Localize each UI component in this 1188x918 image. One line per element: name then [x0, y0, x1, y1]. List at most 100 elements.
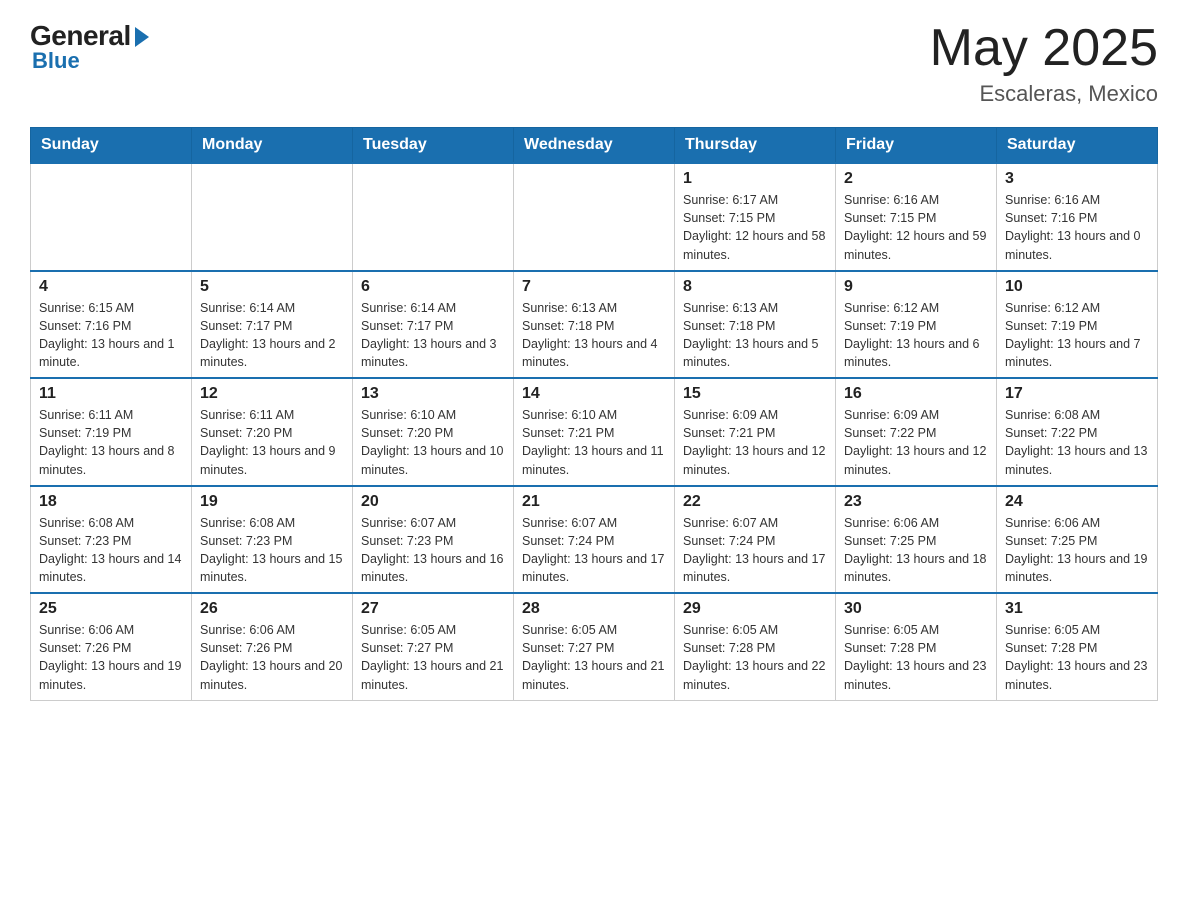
- month-year-title: May 2025: [930, 20, 1158, 77]
- day-number: 14: [522, 385, 666, 403]
- day-cell: 14 Sunrise: 6:10 AMSunset: 7:21 PMDayligh…: [514, 378, 675, 486]
- day-info: Sunrise: 6:13 AMSunset: 7:18 PMDaylight:…: [522, 299, 666, 372]
- calendar-header: Sunday Monday Tuesday Wednesday Thursday…: [31, 128, 1158, 164]
- day-number: 30: [844, 600, 988, 618]
- day-cell: 5 Sunrise: 6:14 AMSunset: 7:17 PMDaylight…: [192, 271, 353, 379]
- day-cell: 24Sunrise: 6:06 AMSunset: 7:25 PMDayligh…: [997, 486, 1158, 594]
- day-cell: 28 Sunrise: 6:05 AMSunset: 7:27 PMDayligh…: [514, 593, 675, 700]
- day-number: 15: [683, 385, 827, 403]
- day-cell: 8 Sunrise: 6:13 AMSunset: 7:18 PMDaylight…: [675, 271, 836, 379]
- day-number: 9: [844, 278, 988, 296]
- day-number: 3: [1005, 170, 1149, 188]
- calendar-body: 1Sunrise: 6:17 AMSunset: 7:15 PMDaylight…: [31, 163, 1158, 700]
- day-cell: [192, 163, 353, 271]
- day-cell: 20 Sunrise: 6:07 AMSunset: 7:23 PMDayligh…: [353, 486, 514, 594]
- day-cell: 7 Sunrise: 6:13 AMSunset: 7:18 PMDaylight…: [514, 271, 675, 379]
- day-info: Sunrise: 6:14 AMSunset: 7:17 PMDaylight:…: [200, 299, 344, 372]
- col-wednesday: Wednesday: [514, 128, 675, 164]
- day-number: 11: [39, 385, 183, 403]
- day-cell: [514, 163, 675, 271]
- day-info: Sunrise: 6:06 AMSunset: 7:26 PMDaylight:…: [200, 621, 344, 694]
- day-info: Sunrise: 6:08 AMSunset: 7:23 PMDaylight:…: [39, 514, 183, 587]
- col-thursday: Thursday: [675, 128, 836, 164]
- day-number: 27: [361, 600, 505, 618]
- day-number: 26: [200, 600, 344, 618]
- day-info: Sunrise: 6:17 AMSunset: 7:15 PMDaylight:…: [683, 191, 827, 264]
- day-info: Sunrise: 6:09 AMSunset: 7:21 PMDaylight:…: [683, 406, 827, 479]
- day-number: 31: [1005, 600, 1149, 618]
- day-cell: 26 Sunrise: 6:06 AMSunset: 7:26 PMDayligh…: [192, 593, 353, 700]
- day-number: 4: [39, 278, 183, 296]
- day-info: Sunrise: 6:16 AMSunset: 7:15 PMDaylight:…: [844, 191, 988, 264]
- day-number: 16: [844, 385, 988, 403]
- day-number: 20: [361, 493, 505, 511]
- day-cell: 9 Sunrise: 6:12 AMSunset: 7:19 PMDaylight…: [836, 271, 997, 379]
- day-number: 28: [522, 600, 666, 618]
- day-info: Sunrise: 6:05 AMSunset: 7:27 PMDaylight:…: [522, 621, 666, 694]
- day-number: 2: [844, 170, 988, 188]
- col-friday: Friday: [836, 128, 997, 164]
- day-info: Sunrise: 6:05 AMSunset: 7:27 PMDaylight:…: [361, 621, 505, 694]
- location-subtitle: Escaleras, Mexico: [930, 81, 1158, 107]
- day-number: 21: [522, 493, 666, 511]
- day-info: Sunrise: 6:07 AMSunset: 7:23 PMDaylight:…: [361, 514, 505, 587]
- week-row-1: 1Sunrise: 6:17 AMSunset: 7:15 PMDaylight…: [31, 163, 1158, 271]
- day-cell: 16Sunrise: 6:09 AMSunset: 7:22 PMDayligh…: [836, 378, 997, 486]
- logo-arrow-icon: [135, 27, 149, 47]
- logo: General Blue: [30, 20, 149, 74]
- day-cell: 23 Sunrise: 6:06 AMSunset: 7:25 PMDayligh…: [836, 486, 997, 594]
- day-cell: [353, 163, 514, 271]
- day-cell: 31 Sunrise: 6:05 AMSunset: 7:28 PMDayligh…: [997, 593, 1158, 700]
- day-info: Sunrise: 6:05 AMSunset: 7:28 PMDaylight:…: [844, 621, 988, 694]
- day-number: 17: [1005, 385, 1149, 403]
- day-cell: 1Sunrise: 6:17 AMSunset: 7:15 PMDaylight…: [675, 163, 836, 271]
- day-cell: 18Sunrise: 6:08 AMSunset: 7:23 PMDayligh…: [31, 486, 192, 594]
- day-info: Sunrise: 6:06 AMSunset: 7:25 PMDaylight:…: [844, 514, 988, 587]
- day-cell: 6 Sunrise: 6:14 AMSunset: 7:17 PMDaylight…: [353, 271, 514, 379]
- week-row-2: 4Sunrise: 6:15 AMSunset: 7:16 PMDaylight…: [31, 271, 1158, 379]
- day-number: 6: [361, 278, 505, 296]
- day-info: Sunrise: 6:11 AMSunset: 7:19 PMDaylight:…: [39, 406, 183, 479]
- day-cell: 22 Sunrise: 6:07 AMSunset: 7:24 PMDayligh…: [675, 486, 836, 594]
- calendar-table: Sunday Monday Tuesday Wednesday Thursday…: [30, 127, 1158, 701]
- week-row-3: 11 Sunrise: 6:11 AMSunset: 7:19 PMDayligh…: [31, 378, 1158, 486]
- day-info: Sunrise: 6:06 AMSunset: 7:26 PMDaylight:…: [39, 621, 183, 694]
- day-info: Sunrise: 6:06 AMSunset: 7:25 PMDaylight:…: [1005, 514, 1149, 587]
- day-info: Sunrise: 6:08 AMSunset: 7:23 PMDaylight:…: [200, 514, 344, 587]
- day-info: Sunrise: 6:05 AMSunset: 7:28 PMDaylight:…: [683, 621, 827, 694]
- day-cell: 30 Sunrise: 6:05 AMSunset: 7:28 PMDayligh…: [836, 593, 997, 700]
- day-info: Sunrise: 6:12 AMSunset: 7:19 PMDaylight:…: [844, 299, 988, 372]
- day-cell: 10 Sunrise: 6:12 AMSunset: 7:19 PMDayligh…: [997, 271, 1158, 379]
- day-info: Sunrise: 6:10 AMSunset: 7:21 PMDaylight:…: [522, 406, 666, 479]
- day-cell: 2 Sunrise: 6:16 AMSunset: 7:15 PMDaylight…: [836, 163, 997, 271]
- day-cell: 17Sunrise: 6:08 AMSunset: 7:22 PMDayligh…: [997, 378, 1158, 486]
- day-info: Sunrise: 6:13 AMSunset: 7:18 PMDaylight:…: [683, 299, 827, 372]
- week-row-5: 25 Sunrise: 6:06 AMSunset: 7:26 PMDayligh…: [31, 593, 1158, 700]
- day-info: Sunrise: 6:16 AMSunset: 7:16 PMDaylight:…: [1005, 191, 1149, 264]
- day-info: Sunrise: 6:05 AMSunset: 7:28 PMDaylight:…: [1005, 621, 1149, 694]
- day-number: 10: [1005, 278, 1149, 296]
- day-cell: 19 Sunrise: 6:08 AMSunset: 7:23 PMDayligh…: [192, 486, 353, 594]
- title-block: May 2025 Escaleras, Mexico: [930, 20, 1158, 107]
- day-number: 23: [844, 493, 988, 511]
- day-cell: 13Sunrise: 6:10 AMSunset: 7:20 PMDayligh…: [353, 378, 514, 486]
- day-number: 29: [683, 600, 827, 618]
- day-number: 7: [522, 278, 666, 296]
- day-info: Sunrise: 6:07 AMSunset: 7:24 PMDaylight:…: [683, 514, 827, 587]
- day-info: Sunrise: 6:12 AMSunset: 7:19 PMDaylight:…: [1005, 299, 1149, 372]
- day-cell: [31, 163, 192, 271]
- day-number: 22: [683, 493, 827, 511]
- day-info: Sunrise: 6:10 AMSunset: 7:20 PMDaylight:…: [361, 406, 505, 479]
- page-header: General Blue May 2025 Escaleras, Mexico: [30, 20, 1158, 107]
- day-cell: 27 Sunrise: 6:05 AMSunset: 7:27 PMDayligh…: [353, 593, 514, 700]
- day-info: Sunrise: 6:07 AMSunset: 7:24 PMDaylight:…: [522, 514, 666, 587]
- day-number: 8: [683, 278, 827, 296]
- day-number: 5: [200, 278, 344, 296]
- day-number: 25: [39, 600, 183, 618]
- header-row: Sunday Monday Tuesday Wednesday Thursday…: [31, 128, 1158, 164]
- day-number: 12: [200, 385, 344, 403]
- day-number: 19: [200, 493, 344, 511]
- day-info: Sunrise: 6:14 AMSunset: 7:17 PMDaylight:…: [361, 299, 505, 372]
- col-saturday: Saturday: [997, 128, 1158, 164]
- day-cell: 25 Sunrise: 6:06 AMSunset: 7:26 PMDayligh…: [31, 593, 192, 700]
